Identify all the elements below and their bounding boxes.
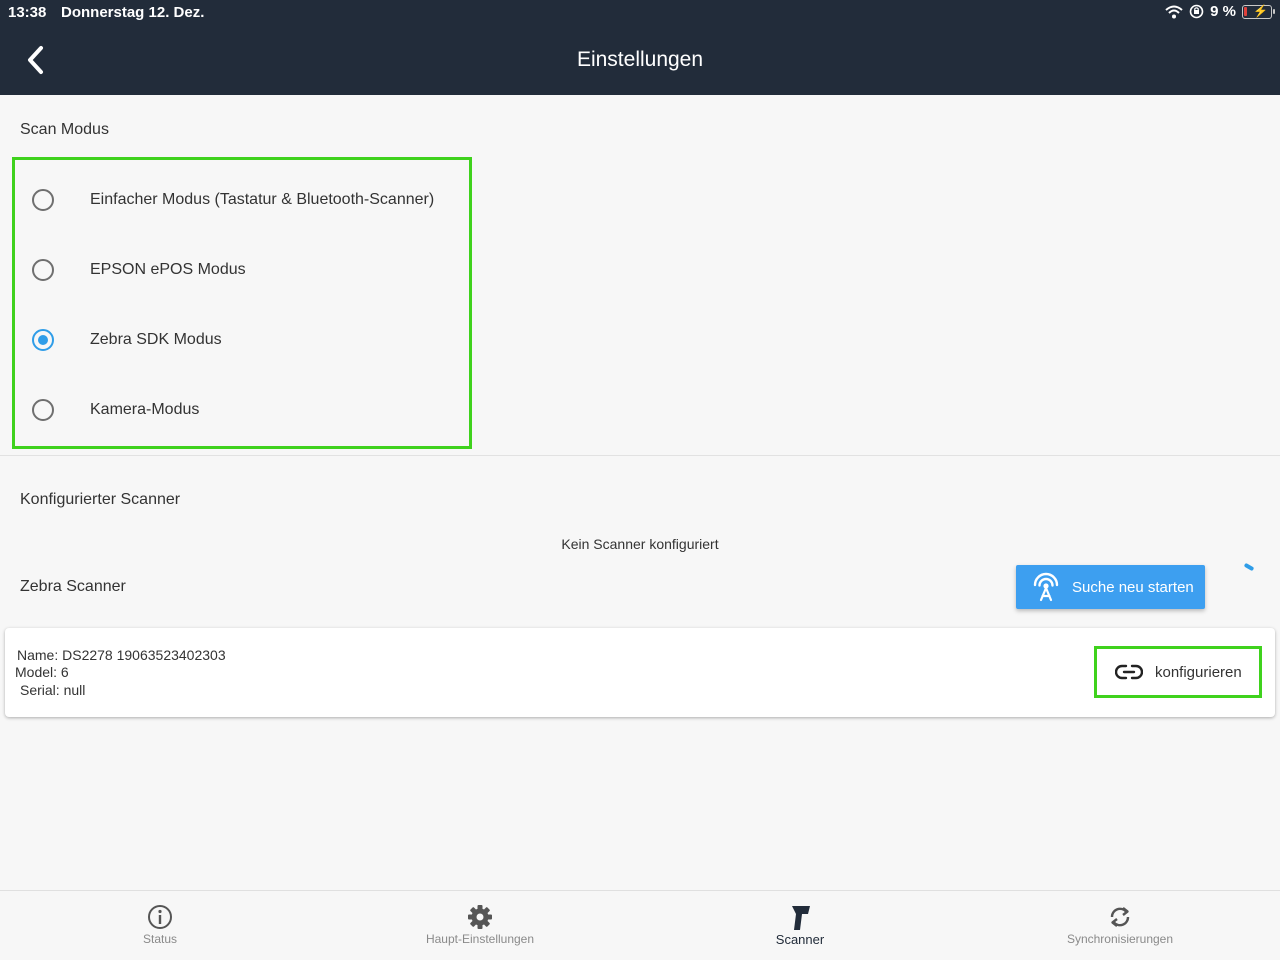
radio-option-camera-mode[interactable]: Kamera-Modus xyxy=(32,395,452,425)
tab-status[interactable]: Status xyxy=(0,891,320,960)
scanner-device-card: Name: DS2278 19063523402303 Model: 6 Ser… xyxy=(5,628,1275,717)
radio-label: Kamera-Modus xyxy=(90,401,200,418)
scan-mode-label: Scan Modus xyxy=(20,121,109,138)
wifi-icon xyxy=(1165,5,1183,18)
zebra-scanner-label: Zebra Scanner xyxy=(20,578,126,595)
tab-label: Haupt-Einstellungen xyxy=(425,932,535,946)
radio-button-selected[interactable] xyxy=(32,329,54,351)
status-time: 13:38 xyxy=(8,4,47,21)
scanner-icon xyxy=(792,906,810,930)
info-icon xyxy=(148,905,172,929)
device-name: Name: DS2278 19063523402303 xyxy=(17,647,226,663)
navigation-bar: Einstellungen xyxy=(0,26,1280,95)
radio-button[interactable] xyxy=(32,189,54,211)
tab-synchronizations[interactable]: Synchronisierungen xyxy=(960,891,1280,960)
broadcast-icon xyxy=(1033,572,1059,602)
radio-option-zebra-mode[interactable]: Zebra SDK Modus xyxy=(32,325,452,355)
sync-icon xyxy=(1110,907,1130,927)
section-divider xyxy=(0,455,1280,456)
status-indicators: 9 % ⚡ xyxy=(1165,3,1275,20)
restart-search-label: Suche neu starten xyxy=(1072,578,1194,596)
configured-scanner-label: Konfigurierter Scanner xyxy=(20,491,181,508)
page-title: Einstellungen xyxy=(576,48,704,71)
tab-main-settings[interactable]: Haupt-Einstellungen xyxy=(320,891,640,960)
configure-label: konfigurieren xyxy=(1155,663,1242,681)
battery-percentage: 9 % xyxy=(1210,3,1236,20)
tab-scanner[interactable]: Scanner xyxy=(640,891,960,960)
radio-label: EPSON ePOS Modus xyxy=(90,261,246,278)
tab-label: Status xyxy=(142,932,178,946)
status-bar: 13:38 Donnerstag 12. Dez. 9 % ⚡ xyxy=(0,0,1280,26)
link-icon xyxy=(1115,664,1143,680)
tab-bar: Status Haupt-Einstellungen Scanner Synch… xyxy=(0,890,1280,960)
loading-spinner xyxy=(1243,562,1255,572)
orientation-lock-icon xyxy=(1189,4,1204,19)
restart-search-button[interactable]: Suche neu starten xyxy=(1016,565,1205,609)
tab-label: Scanner xyxy=(775,932,825,947)
radio-label: Zebra SDK Modus xyxy=(90,331,222,348)
status-date: Donnerstag 12. Dez. xyxy=(61,4,205,21)
radio-label: Einfacher Modus (Tastatur & Bluetooth-Sc… xyxy=(90,191,435,208)
device-model: Model: 6 xyxy=(15,664,69,680)
gear-icon xyxy=(468,905,492,929)
no-scanner-message: Kein Scanner konfiguriert xyxy=(561,536,719,552)
configure-button[interactable]: konfigurieren xyxy=(1094,646,1262,698)
radio-option-simple-mode[interactable]: Einfacher Modus (Tastatur & Bluetooth-Sc… xyxy=(32,185,452,215)
radio-button[interactable] xyxy=(32,399,54,421)
device-serial: Serial: null xyxy=(20,682,86,698)
tab-label: Synchronisierungen xyxy=(1066,932,1174,946)
radio-option-epson-mode[interactable]: EPSON ePOS Modus xyxy=(32,255,452,285)
radio-button[interactable] xyxy=(32,259,54,281)
battery-icon: ⚡ xyxy=(1242,4,1275,19)
